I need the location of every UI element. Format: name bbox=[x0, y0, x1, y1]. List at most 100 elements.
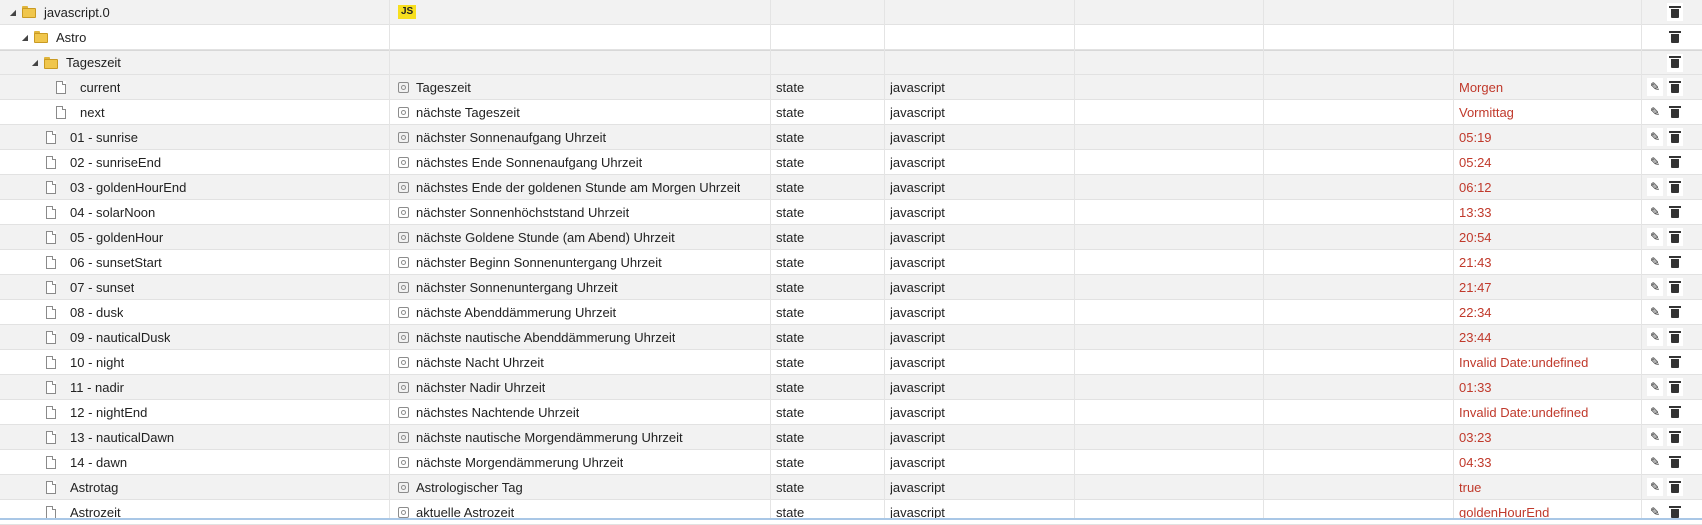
delete-button[interactable] bbox=[1667, 478, 1683, 496]
tree-row-state[interactable]: 13 - nauticalDawn nächste nautische Morg… bbox=[0, 425, 1702, 450]
tree-item-value[interactable]: 21:43 bbox=[1459, 255, 1492, 270]
edit-button[interactable]: ✎ bbox=[1647, 428, 1663, 446]
collapse-triangle-icon[interactable]: ◢ bbox=[8, 8, 18, 17]
edit-button[interactable]: ✎ bbox=[1647, 353, 1663, 371]
pencil-icon: ✎ bbox=[1650, 255, 1660, 269]
pencil-icon: ✎ bbox=[1650, 280, 1660, 294]
tree-row-state[interactable]: 07 - sunset nächster Sonnenuntergang Uhr… bbox=[0, 275, 1702, 300]
tree-item-value[interactable]: Morgen bbox=[1459, 80, 1503, 95]
tree-row-state[interactable]: 06 - sunsetStart nächster Beginn Sonnenu… bbox=[0, 250, 1702, 275]
delete-button[interactable] bbox=[1667, 28, 1683, 46]
tree-item-room: javascript bbox=[890, 105, 945, 120]
tree-row-tageszeit[interactable]: ◢ Tageszeit bbox=[0, 50, 1702, 75]
state-role-icon bbox=[398, 432, 409, 443]
file-icon bbox=[56, 106, 66, 119]
tree-item-value[interactable]: 06:12 bbox=[1459, 180, 1492, 195]
tree-item-value[interactable]: 13:33 bbox=[1459, 205, 1492, 220]
delete-button[interactable] bbox=[1667, 353, 1683, 371]
tree-row-astro[interactable]: ◢ Astro bbox=[0, 25, 1702, 50]
edit-button[interactable]: ✎ bbox=[1647, 153, 1663, 171]
tree-row-state[interactable]: current Tageszeit state javascript Morge… bbox=[0, 75, 1702, 100]
tree-item-room: javascript bbox=[890, 405, 945, 420]
file-icon bbox=[46, 356, 56, 369]
tree-row-state[interactable]: 14 - dawn nächste Morgendämmerung Uhrzei… bbox=[0, 450, 1702, 475]
tree-item-value[interactable]: true bbox=[1459, 480, 1481, 495]
delete-button[interactable] bbox=[1667, 453, 1683, 471]
delete-button[interactable] bbox=[1667, 278, 1683, 296]
tree-item-value[interactable]: Invalid Date:undefined bbox=[1459, 405, 1588, 420]
file-icon bbox=[46, 456, 56, 469]
edit-button[interactable]: ✎ bbox=[1647, 328, 1663, 346]
tree-item-value[interactable]: 04:33 bbox=[1459, 455, 1492, 470]
edit-button[interactable]: ✎ bbox=[1647, 103, 1663, 121]
tree-item-role: state bbox=[776, 405, 804, 420]
edit-button[interactable]: ✎ bbox=[1647, 253, 1663, 271]
tree-row-state[interactable]: 09 - nauticalDusk nächste nautische Aben… bbox=[0, 325, 1702, 350]
tree-item-value[interactable]: 05:24 bbox=[1459, 155, 1492, 170]
collapse-triangle-icon[interactable]: ◢ bbox=[30, 58, 40, 67]
tree-item-role: state bbox=[776, 255, 804, 270]
file-icon bbox=[46, 181, 56, 194]
tree-item-role: state bbox=[776, 230, 804, 245]
delete-button[interactable] bbox=[1667, 253, 1683, 271]
edit-button[interactable]: ✎ bbox=[1647, 453, 1663, 471]
edit-button[interactable]: ✎ bbox=[1647, 403, 1663, 421]
tree-item-id: current bbox=[80, 80, 120, 95]
edit-button[interactable]: ✎ bbox=[1647, 478, 1663, 496]
trash-icon bbox=[1671, 134, 1679, 143]
tree-item-value[interactable]: Vormittag bbox=[1459, 105, 1514, 120]
tree-item-value[interactable]: 01:33 bbox=[1459, 380, 1492, 395]
tree-row-state[interactable]: 02 - sunriseEnd nächstes Ende Sonnenaufg… bbox=[0, 150, 1702, 175]
tree-row-state[interactable]: 08 - dusk nächste Abenddämmerung Uhrzeit… bbox=[0, 300, 1702, 325]
tree-item-value[interactable]: 03:23 bbox=[1459, 430, 1492, 445]
state-role-icon bbox=[398, 157, 409, 168]
tree-row-state[interactable]: Astrozeit aktuelle Astrozeit state javas… bbox=[0, 500, 1702, 525]
tree-item-value[interactable]: 23:44 bbox=[1459, 330, 1492, 345]
tree-item-name: nächste nautische Morgendämmerung Uhrzei… bbox=[416, 430, 683, 445]
tree-item-value[interactable]: 21:47 bbox=[1459, 280, 1492, 295]
edit-button[interactable]: ✎ bbox=[1647, 378, 1663, 396]
tree-row-state[interactable]: 05 - goldenHour nächste Goldene Stunde (… bbox=[0, 225, 1702, 250]
delete-button[interactable] bbox=[1667, 54, 1683, 72]
delete-button[interactable] bbox=[1667, 303, 1683, 321]
collapse-triangle-icon[interactable]: ◢ bbox=[20, 33, 30, 42]
edit-button[interactable]: ✎ bbox=[1647, 78, 1663, 96]
edit-button[interactable]: ✎ bbox=[1647, 178, 1663, 196]
tree-item-id: 02 - sunriseEnd bbox=[70, 155, 161, 170]
delete-button[interactable] bbox=[1667, 3, 1683, 21]
tree-item-value[interactable]: Invalid Date:undefined bbox=[1459, 355, 1588, 370]
delete-button[interactable] bbox=[1667, 128, 1683, 146]
delete-button[interactable] bbox=[1667, 403, 1683, 421]
tree-row-state[interactable]: 03 - goldenHourEnd nächstes Ende der gol… bbox=[0, 175, 1702, 200]
tree-row-state[interactable]: 11 - nadir nächster Nadir Uhrzeit state … bbox=[0, 375, 1702, 400]
tree-row-state[interactable]: 12 - nightEnd nächstes Nachtende Uhrzeit… bbox=[0, 400, 1702, 425]
state-role-icon bbox=[398, 457, 409, 468]
tree-row-state[interactable]: next nächste Tageszeit state javascript … bbox=[0, 100, 1702, 125]
tree-item-value[interactable]: 05:19 bbox=[1459, 130, 1492, 145]
tree-item-name: nächste Tageszeit bbox=[416, 105, 520, 120]
tree-row-state[interactable]: 01 - sunrise nächster Sonnenaufgang Uhrz… bbox=[0, 125, 1702, 150]
delete-button[interactable] bbox=[1667, 203, 1683, 221]
tree-row-state[interactable]: 04 - solarNoon nächster Sonnenhöchststan… bbox=[0, 200, 1702, 225]
delete-button[interactable] bbox=[1667, 178, 1683, 196]
edit-button[interactable]: ✎ bbox=[1647, 228, 1663, 246]
edit-button[interactable]: ✎ bbox=[1647, 278, 1663, 296]
edit-button[interactable]: ✎ bbox=[1647, 303, 1663, 321]
edit-button[interactable]: ✎ bbox=[1647, 203, 1663, 221]
delete-button[interactable] bbox=[1667, 103, 1683, 121]
delete-button[interactable] bbox=[1667, 228, 1683, 246]
state-role-icon bbox=[398, 332, 409, 343]
javascript-adapter-icon: JS bbox=[398, 5, 416, 19]
tree-row-state[interactable]: 10 - night nächste Nacht Uhrzeit state j… bbox=[0, 350, 1702, 375]
delete-button[interactable] bbox=[1667, 78, 1683, 96]
tree-row-root[interactable]: ◢ javascript.0 JS bbox=[0, 0, 1702, 25]
pencil-icon: ✎ bbox=[1650, 355, 1660, 369]
delete-button[interactable] bbox=[1667, 428, 1683, 446]
tree-row-state[interactable]: Astrotag Astrologischer Tag state javasc… bbox=[0, 475, 1702, 500]
delete-button[interactable] bbox=[1667, 328, 1683, 346]
delete-button[interactable] bbox=[1667, 378, 1683, 396]
delete-button[interactable] bbox=[1667, 153, 1683, 171]
tree-item-value[interactable]: 22:34 bbox=[1459, 305, 1492, 320]
edit-button[interactable]: ✎ bbox=[1647, 128, 1663, 146]
tree-item-value[interactable]: 20:54 bbox=[1459, 230, 1492, 245]
